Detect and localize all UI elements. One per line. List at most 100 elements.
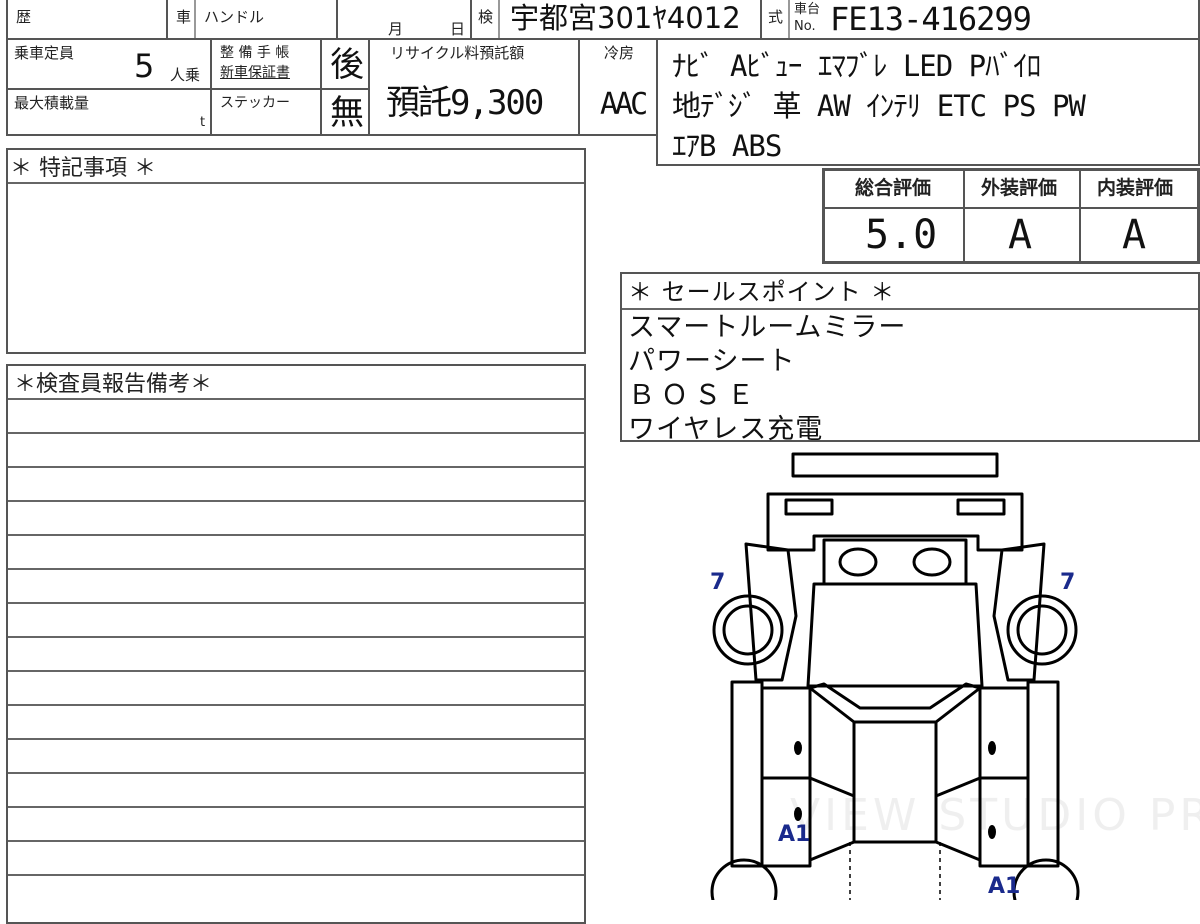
- type-label: 式: [768, 8, 784, 26]
- sales-point-item: ＢＯＳＥ: [628, 380, 760, 411]
- report-line: [8, 534, 584, 536]
- report-line: [8, 738, 584, 740]
- divider: [336, 0, 338, 40]
- maintenance-label: 整 備 手 帳: [220, 45, 290, 61]
- divider: [622, 308, 1198, 310]
- chassis-number: FE13-416299: [830, 0, 1032, 38]
- inspection-label: 検: [478, 8, 494, 26]
- exterior-value: A: [1008, 212, 1033, 258]
- report-line: [8, 806, 584, 808]
- car-label: 車: [176, 8, 192, 26]
- divider: [8, 88, 210, 90]
- divider: [498, 0, 500, 40]
- exterior-label: 外装評価: [981, 177, 1058, 199]
- maintenance-value: 後: [330, 45, 364, 85]
- report-line: [8, 840, 584, 842]
- ac-label: 冷房: [604, 44, 635, 62]
- sales-point-item: ワイヤレス充電: [628, 414, 824, 445]
- equipment-line-2: 地ﾃﾞｼﾞ 革 AW ｲﾝﾃﾘ ETC PS PW: [672, 89, 1086, 123]
- divider: [1079, 171, 1081, 261]
- report-line: [8, 568, 584, 570]
- recycle-value: 預託9,300: [386, 83, 544, 123]
- report-line: [8, 398, 584, 400]
- report-line: [8, 466, 584, 468]
- cabin-frame: [806, 582, 984, 688]
- divider: [760, 0, 762, 40]
- report-line: [8, 500, 584, 502]
- capacity-label: 乗車定員: [14, 44, 75, 62]
- capacity-unit: 人乗: [170, 66, 201, 84]
- ac-value: AAC: [600, 87, 648, 122]
- left-body-side: [730, 680, 764, 868]
- sales-points-box: ＊ セールスポイント ＊ スマートルームミラー パワーシート ＢＯＳＥ ワイヤレ…: [620, 272, 1200, 445]
- equipment-box: ﾅﾋﾞ Aﾋﾞｭｰ ｴﾏﾌﾞﾚ LED Pﾊﾞｲﾛ 地ﾃﾞｼﾞ 革 AW ｲﾝﾃ…: [656, 38, 1200, 166]
- divider: [825, 207, 1197, 209]
- hood: [822, 538, 968, 586]
- special-notes-title: ＊ 特記事項 ＊: [10, 156, 156, 181]
- warranty-label: 新車保証書: [220, 65, 290, 81]
- ratings-box: 総合評価 外装評価 内装評価 5.0 A A: [822, 168, 1200, 264]
- overall-label: 総合評価: [855, 177, 932, 199]
- a-pillar: [809, 682, 981, 710]
- capacity-box: 乗車定員 5 人乗 最大積載量 t: [6, 38, 212, 136]
- left-fender: [744, 542, 798, 682]
- report-line: [8, 636, 584, 638]
- front-panel: [766, 492, 1024, 552]
- capacity-value: 5: [134, 47, 155, 85]
- handle-label: ハンドル: [204, 8, 265, 26]
- license-plate: 宇都宮301ﾔ4012: [510, 1, 741, 35]
- front-emblem: [838, 547, 878, 577]
- sales-point-item: パワーシート: [628, 346, 796, 377]
- special-notes-box: ＊ 特記事項 ＊: [6, 148, 586, 354]
- damage-mark-front-right: 7: [1060, 570, 1076, 595]
- sales-points-title: ＊ セールスポイント ＊: [628, 278, 896, 306]
- divider: [470, 0, 472, 40]
- recycle-label: リサイクル料預託額: [390, 44, 525, 62]
- inspector-report-box: ＊検査員報告備考＊: [6, 364, 586, 924]
- front-right-tire: [1016, 604, 1068, 656]
- divider: [212, 88, 368, 90]
- report-line: [8, 432, 584, 434]
- right-front-door: [978, 686, 1030, 780]
- header-row: 歴 車 ハンドル 月 日 検 宇都宮301ﾔ4012 式 車台 No. FE13…: [6, 0, 1200, 40]
- inspector-report-title: ＊検査員報告備考＊: [14, 372, 213, 397]
- history-label: 歴: [16, 8, 32, 26]
- divider: [166, 0, 168, 40]
- divider: [8, 182, 584, 184]
- chassis-label: 車台: [794, 2, 821, 17]
- max-load-label: 最大積載量: [14, 94, 90, 112]
- equipment-line-1: ﾅﾋﾞ Aﾋﾞｭｰ ｴﾏﾌﾞﾚ LED Pﾊﾞｲﾛ: [672, 49, 1041, 83]
- divider: [963, 171, 965, 261]
- overall-value: 5.0: [865, 212, 938, 258]
- maintenance-box: 整 備 手 帳 新車保証書 後 ステッカー 無: [210, 38, 370, 136]
- sales-point-item: スマートルームミラー: [628, 312, 907, 343]
- month-label: 月: [388, 20, 404, 38]
- right-fender: [992, 542, 1046, 682]
- left-headlight: [784, 498, 834, 516]
- watermark: VIEW STUDIO PRO: [790, 790, 1200, 841]
- report-line: [8, 602, 584, 604]
- damage-mark-right-door: A1: [988, 874, 1021, 899]
- day-label: 日: [450, 20, 466, 38]
- report-line: [8, 874, 584, 876]
- recycle-box: リサイクル料預託額 預託9,300: [368, 38, 580, 136]
- door-handle: [794, 741, 802, 755]
- divider: [788, 0, 790, 40]
- front-emblem: [912, 547, 952, 577]
- max-load-unit: t: [200, 115, 206, 130]
- ac-box: 冷房 AAC: [578, 38, 658, 136]
- front-left-tire: [722, 604, 774, 656]
- chassis-label-no: No.: [794, 19, 816, 34]
- divider: [194, 0, 196, 40]
- interior-value: A: [1122, 212, 1147, 258]
- right-headlight: [956, 498, 1006, 516]
- left-front-door: [760, 686, 812, 780]
- report-line: [8, 670, 584, 672]
- door-handle: [988, 741, 996, 755]
- equipment-line-3: ｴｱB ABS: [672, 129, 782, 163]
- report-line: [8, 704, 584, 706]
- front-bumper: [791, 452, 999, 478]
- damage-mark-front-left: 7: [710, 570, 726, 595]
- report-line: [8, 772, 584, 774]
- interior-label: 内装評価: [1097, 177, 1174, 199]
